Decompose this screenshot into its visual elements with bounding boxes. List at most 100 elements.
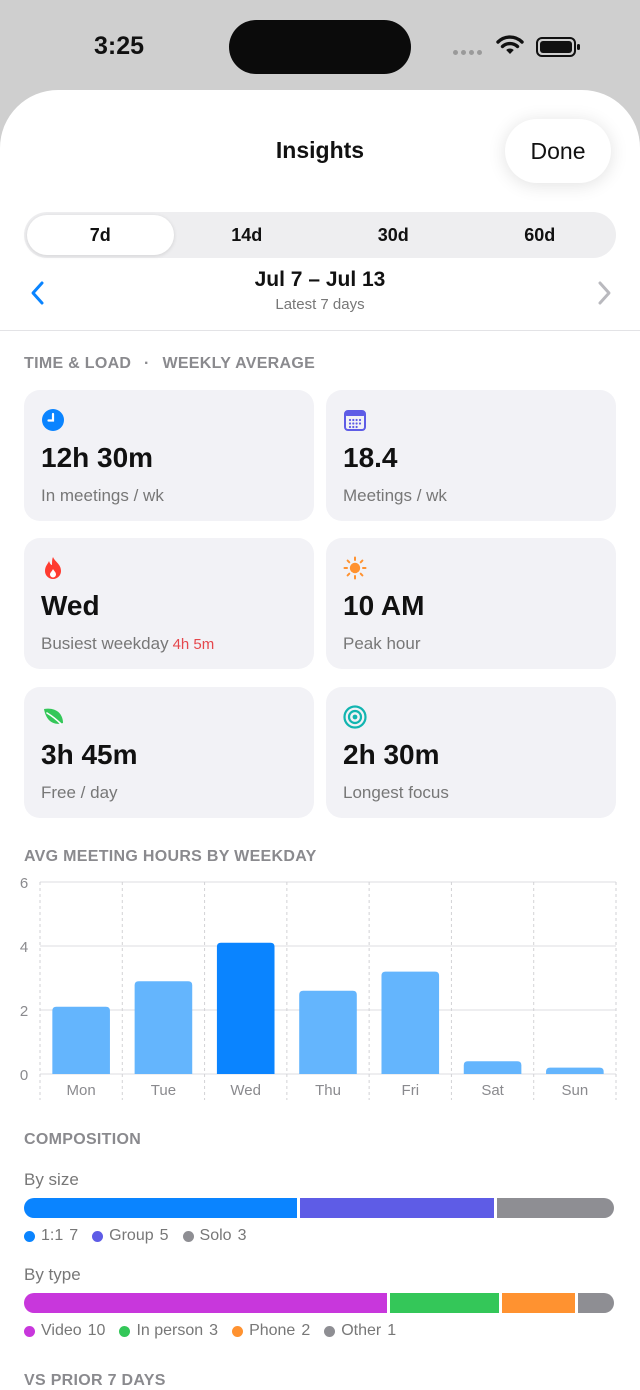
stack-segment-in-person <box>390 1293 500 1313</box>
stack-segment-other <box>577 1293 614 1313</box>
time-load-section-label: TIME & LOAD · WEEKLY AVERAGE <box>24 355 316 372</box>
legend-count: 2 <box>301 1322 311 1339</box>
card-value: 3h 45m <box>41 739 138 770</box>
legend-count: 5 <box>159 1227 169 1244</box>
legend-item: Solo 3 <box>182 1227 247 1245</box>
dynamic-island <box>229 20 411 74</box>
by-type-label: By type <box>24 1265 81 1284</box>
card-value: Wed <box>41 590 100 621</box>
weekday-bar-chart: 0 2 4 6 Mon Tue Wed Thu Fri Sat Sun <box>20 875 617 1100</box>
chart-x-tick-label: Thu <box>315 1082 341 1099</box>
legend-dot-icon <box>24 1325 35 1337</box>
by-size-stacked-bar <box>24 1198 614 1218</box>
chart-x-tick-label: Fri <box>402 1082 420 1099</box>
card-value: 12h 30m <box>41 442 154 473</box>
chart-bar-wed[interactable] <box>216 942 275 1074</box>
battery-icon <box>536 37 580 57</box>
wifi-icon <box>496 35 524 54</box>
chart-bar-fri[interactable] <box>381 971 440 1074</box>
chart-bar-tue[interactable] <box>134 981 193 1074</box>
target-icon <box>343 705 367 729</box>
chart-y-tick-label: 6 <box>20 875 28 892</box>
legend-count: 3 <box>237 1227 247 1244</box>
legend-item: Group 5 <box>92 1227 169 1245</box>
insights-sheet: Insights Done 7d 14d 30d 60d Jul 7 – Jul… <box>0 90 640 1390</box>
stack-segment-video <box>24 1293 388 1313</box>
legend-item: Other 1 <box>324 1322 396 1340</box>
legend-name: Solo <box>199 1227 232 1244</box>
chart-y-tick-label: 0 <box>20 1067 28 1084</box>
card-label: In meetings / wk <box>41 486 164 505</box>
legend-name: In person <box>136 1322 204 1339</box>
legend-dot-icon <box>92 1230 104 1242</box>
sun-icon <box>343 556 367 580</box>
chart-x-tick-label: Sun <box>562 1082 589 1099</box>
legend-dot-icon <box>24 1230 35 1242</box>
date-range: Jul 7 – Jul 13 Latest 7 days <box>0 268 640 313</box>
legend-count: 7 <box>69 1227 79 1244</box>
legend-name: Video <box>41 1322 82 1339</box>
flame-icon <box>45 557 61 579</box>
meetings-count-card: 18.4 Meetings / wk <box>326 390 616 521</box>
card-value: 2h 30m <box>343 739 440 770</box>
by-type-legend: Video 10 In person 3 Phone 2 Other 1 <box>24 1322 396 1340</box>
card-label: Free / day <box>41 783 118 802</box>
card-label: Longest focus <box>343 783 449 802</box>
legend-name: 1:1 <box>41 1227 64 1244</box>
by-size-legend: 1:1 7 Group 5 Solo 3 <box>24 1227 246 1245</box>
legend-count: 10 <box>87 1322 106 1339</box>
legend-dot-icon <box>119 1325 131 1337</box>
legend-item: In person 3 <box>119 1322 218 1340</box>
stack-segment-solo <box>497 1198 614 1218</box>
segment-30d[interactable]: 30d <box>320 215 467 255</box>
stack-segment-group <box>299 1198 495 1218</box>
chart-bar-sat[interactable] <box>463 1061 522 1074</box>
chart-bar-thu[interactable] <box>299 990 357 1074</box>
clock-icon <box>42 409 64 431</box>
card-label: Busiest weekday 4h 5m <box>41 634 215 653</box>
meetings-time-card: 12h 30m In meetings / wk <box>24 390 314 521</box>
chart-x-tick-label: Sat <box>481 1082 504 1099</box>
free-time-card: 3h 45m Free / day <box>24 687 314 818</box>
legend-item: Phone 2 <box>232 1322 310 1340</box>
chart-x-tick-label: Mon <box>67 1082 96 1099</box>
segment-60d[interactable]: 60d <box>467 215 614 255</box>
chart-bar-sun[interactable] <box>546 1067 604 1074</box>
card-label: Meetings / wk <box>343 486 447 505</box>
date-range-title: Jul 7 – Jul 13 <box>254 268 386 291</box>
date-range-subtitle: Latest 7 days <box>275 296 365 313</box>
segment-14d[interactable]: 14d <box>174 215 321 255</box>
busiest-weekday-hours: 4h 5m <box>172 636 215 653</box>
leaf-icon <box>44 708 63 725</box>
cellular-signal-icon <box>453 50 482 55</box>
busiest-weekday-card: Wed Busiest weekday 4h 5m <box>24 538 314 669</box>
legend-name: Group <box>109 1227 154 1244</box>
by-type-stacked-bar <box>24 1293 614 1313</box>
legend-count: 3 <box>209 1322 219 1339</box>
chart-bar-mon[interactable] <box>52 1006 110 1074</box>
status-bar: 3:25 <box>0 0 640 92</box>
stack-segment-1-1 <box>24 1198 297 1218</box>
calendar-icon <box>344 410 366 431</box>
legend-dot-icon <box>232 1325 244 1337</box>
composition-section-label: COMPOSITION <box>24 1131 142 1148</box>
card-value: 10 AM <box>343 590 425 621</box>
legend-dot-icon <box>324 1325 336 1337</box>
next-period-chevron-icon[interactable] <box>594 280 614 306</box>
legend-name: Other <box>341 1322 382 1339</box>
segment-7d[interactable]: 7d <box>27 215 174 255</box>
by-size-label: By size <box>24 1170 79 1189</box>
card-label: Peak hour <box>343 634 421 653</box>
period-segmented-control: 7d 14d 30d 60d <box>24 212 616 258</box>
legend-item: 1:1 7 <box>24 1227 78 1245</box>
card-value: 18.4 <box>343 442 398 473</box>
status-time: 3:25 <box>94 32 145 60</box>
chart-x-tick-label: Wed <box>230 1082 261 1099</box>
peak-hour-card: 10 AM Peak hour <box>326 538 616 669</box>
chart-y-tick-label: 4 <box>20 939 28 956</box>
vs-prior-section-label: VS PRIOR 7 DAYS <box>24 1372 166 1389</box>
legend-dot-icon <box>182 1230 194 1242</box>
legend-item: Video 10 <box>24 1322 105 1340</box>
done-button[interactable]: Done <box>505 119 611 183</box>
legend-name: Phone <box>249 1322 296 1339</box>
